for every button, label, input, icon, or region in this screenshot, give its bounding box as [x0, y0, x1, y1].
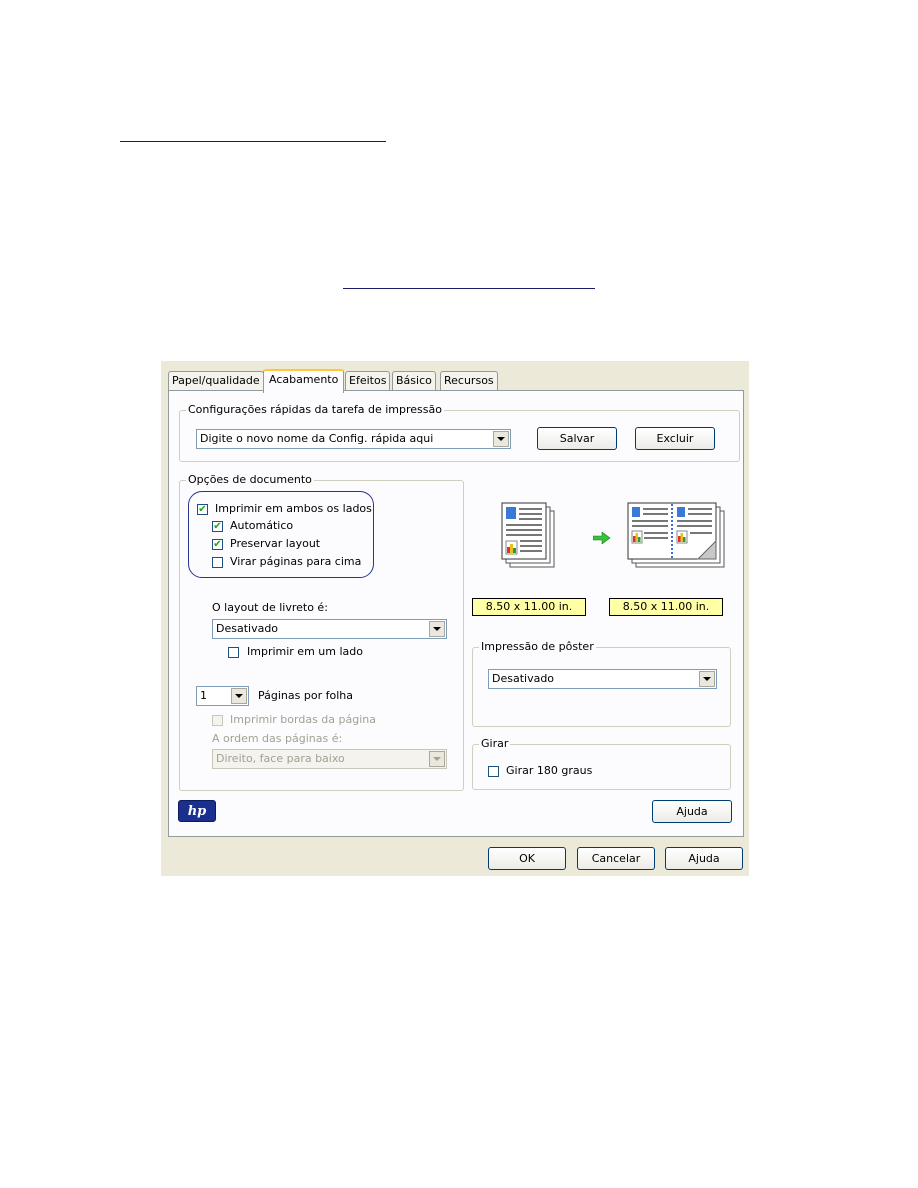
link-rule-middle [343, 288, 595, 289]
tab-resources[interactable]: Recursos [440, 371, 498, 390]
print-borders-checkbox[interactable] [212, 715, 223, 726]
automatic-checkbox[interactable]: ✔ [212, 521, 223, 532]
page-preview-image [501, 502, 555, 568]
chevron-down-icon[interactable] [493, 431, 509, 447]
automatic-label: Automático [230, 519, 294, 532]
print-both-sides-checkbox[interactable]: ✔ [197, 504, 208, 515]
page-order-combo[interactable]: Direito, face para baixo [212, 749, 447, 769]
page-order-value: Direito, face para baixo [216, 752, 345, 765]
print-one-side-label: Imprimir em um lado [247, 645, 363, 658]
tab-basic[interactable]: Básico [392, 371, 436, 390]
green-arrow-icon [593, 532, 611, 544]
delete-button[interactable]: Excluir [635, 427, 715, 450]
print-both-sides-label: Imprimir em ambos os lados [215, 502, 372, 515]
booklet-layout-label: O layout de livreto é: [212, 601, 328, 614]
tab-finishing[interactable]: Acabamento [263, 369, 345, 393]
chevron-down-icon[interactable] [699, 671, 715, 687]
document-options-group: Opções de documento ✔ Imprimir em ambos … [179, 473, 464, 791]
pages-per-sheet-value: 1 [200, 689, 207, 702]
quick-settings-label: Configurações rápidas da tarefa de impre… [186, 403, 444, 416]
chevron-down-icon[interactable] [231, 688, 247, 704]
quick-settings-value: Digite o novo nome da Config. rápida aqu… [200, 432, 434, 445]
preserve-layout-label: Preservar layout [230, 537, 321, 550]
booklet-layout-value: Desativado [216, 622, 279, 635]
chevron-down-icon[interactable] [429, 751, 445, 767]
pages-per-sheet-combo[interactable]: 1 [196, 686, 249, 706]
help-button[interactable]: Ajuda [665, 847, 743, 870]
print-one-side-checkbox[interactable] [228, 647, 239, 658]
booklet-layout-combo[interactable]: Desativado [212, 619, 447, 639]
pages-per-sheet-label: Páginas por folha [258, 689, 353, 702]
duplex-preview-image [627, 502, 725, 568]
output-size-label: 8.50 x 11.00 in. [609, 598, 723, 616]
chevron-down-icon[interactable] [429, 621, 445, 637]
hp-logo: hp [178, 800, 216, 822]
flip-pages-up-checkbox[interactable] [212, 557, 223, 568]
rotate-180-checkbox[interactable] [488, 766, 499, 777]
poster-printing-label: Impressão de pôster [479, 640, 596, 653]
poster-printing-combo[interactable]: Desativado [488, 669, 717, 689]
rotate-group: Girar Girar 180 graus [472, 737, 731, 790]
rotate-180-label: Girar 180 graus [506, 764, 593, 777]
document-options-label: Opções de documento [186, 473, 314, 486]
rotate-label: Girar [479, 737, 511, 750]
tab-effects[interactable]: Efeitos [345, 371, 391, 390]
flip-pages-up-label: Virar páginas para cima [230, 555, 362, 568]
print-borders-label: Imprimir bordas da página [230, 713, 376, 726]
quick-settings-group: Configurações rápidas da tarefa de impre… [179, 403, 740, 462]
link-rule-top [120, 141, 386, 142]
poster-printing-value: Desativado [492, 672, 555, 685]
printer-properties-dialog: Papel/qualidade Acabamento Efeitos Básic… [161, 361, 749, 876]
save-button[interactable]: Salvar [537, 427, 617, 450]
page-order-label: A ordem das páginas é: [212, 732, 343, 745]
hp-logo-text: hp [187, 803, 207, 819]
tab-paper-quality[interactable]: Papel/qualidade [168, 371, 264, 390]
help-inner-button[interactable]: Ajuda [652, 800, 732, 823]
source-size-label: 8.50 x 11.00 in. [472, 598, 586, 616]
tab-panel-finishing: Configurações rápidas da tarefa de impre… [168, 390, 744, 837]
preserve-layout-checkbox[interactable]: ✔ [212, 539, 223, 550]
cancel-button[interactable]: Cancelar [577, 847, 655, 870]
quick-settings-combo[interactable]: Digite o novo nome da Config. rápida aqu… [196, 429, 511, 449]
poster-printing-group: Impressão de pôster Desativado [472, 640, 731, 727]
ok-button[interactable]: OK [488, 847, 566, 870]
